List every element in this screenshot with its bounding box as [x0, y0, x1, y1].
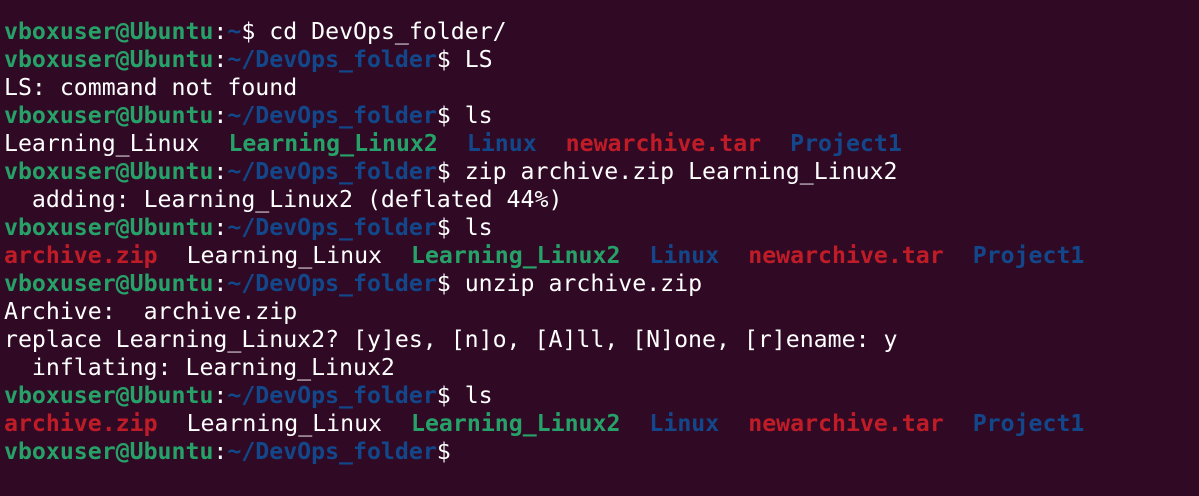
- ls-entry-dir: Learning_Linux2: [411, 410, 621, 437]
- prompt-separator: :: [213, 46, 228, 73]
- ls-entry-archive: archive.zip: [4, 242, 158, 269]
- terminal-line: vboxuser@Ubuntu:~/DevOps_folder$ ls: [4, 214, 1199, 242]
- terminal-output: adding: Learning_Linux2 (deflated 44%): [4, 186, 563, 213]
- prompt-path: ~/DevOps_folder: [227, 158, 437, 185]
- prompt-user-host: vboxuser@Ubuntu: [4, 18, 214, 45]
- prompt-user-host: vboxuser@Ubuntu: [4, 46, 214, 73]
- prompt-separator: :: [213, 18, 228, 45]
- ls-entry-dir: Learning_Linux2: [228, 130, 438, 157]
- command-text: cd DevOps_folder/: [255, 18, 507, 45]
- prompt-symbol: $: [436, 158, 451, 185]
- prompt-symbol: $: [436, 214, 451, 241]
- prompt-path: ~/DevOps_folder: [227, 46, 437, 73]
- ls-entry-dir: Project1: [972, 410, 1085, 437]
- ls-entry-archive: newarchive.tar: [565, 130, 762, 157]
- command-text: zip archive.zip Learning_Linux2: [450, 158, 898, 185]
- prompt-symbol: $: [436, 46, 451, 73]
- prompt-separator: :: [213, 102, 228, 129]
- ls-entry-file: Learning_Linux: [4, 130, 200, 157]
- prompt-symbol: $: [436, 382, 451, 409]
- ls-entry-dir: Project1: [972, 242, 1085, 269]
- ls-entry-archive: newarchive.tar: [748, 242, 944, 269]
- terminal-output: inflating: Learning_Linux2: [4, 354, 395, 381]
- command-text: LS: [450, 46, 493, 73]
- prompt-separator: :: [213, 214, 228, 241]
- prompt-user-host: vboxuser@Ubuntu: [4, 438, 214, 465]
- ls-output: archive.zip Learning_Linux Learning_Linux2…: [4, 242, 1199, 270]
- terminal-output: LS: command not found: [4, 74, 298, 101]
- command-text: ls: [450, 102, 493, 129]
- terminal-window[interactable]: vboxuser@Ubuntu:~$ cd DevOps_folder/ vbo…: [0, 0, 1199, 496]
- prompt-user-host: vboxuser@Ubuntu: [4, 270, 214, 297]
- terminal-output: replace Learning_Linux2? [y]es, [n]o, [A…: [4, 326, 898, 353]
- prompt-path: ~: [227, 18, 242, 45]
- prompt-user-host: vboxuser@Ubuntu: [4, 102, 214, 129]
- command-text: ls: [450, 382, 493, 409]
- terminal-line: vboxuser@Ubuntu:~/DevOps_folder$ LS: [4, 46, 1199, 74]
- prompt-user-host: vboxuser@Ubuntu: [4, 382, 214, 409]
- terminal-line: vboxuser@Ubuntu:~/DevOps_folder$ ls: [4, 102, 1199, 130]
- terminal-line: vboxuser@Ubuntu:~/DevOps_folder$ zip arc…: [4, 158, 1199, 186]
- terminal-line: vboxuser@Ubuntu:~$ cd DevOps_folder/: [4, 18, 1199, 46]
- command-text: ls: [450, 214, 493, 241]
- ls-entry-archive: newarchive.tar: [748, 410, 944, 437]
- prompt-path: ~/DevOps_folder: [227, 102, 437, 129]
- ls-entry-dir: Linux: [466, 130, 537, 157]
- prompt-path: ~/DevOps_folder: [227, 438, 437, 465]
- ls-output: Learning_Linux Learning_Linux2 Linux newarc…: [4, 130, 1199, 158]
- terminal-line: vboxuser@Ubuntu:~/DevOps_folder$ unzip a…: [4, 270, 1199, 298]
- prompt-symbol: $: [436, 270, 451, 297]
- prompt-path: ~/DevOps_folder: [227, 382, 437, 409]
- prompt-separator: :: [213, 158, 228, 185]
- ls-entry-dir: Linux: [649, 242, 720, 269]
- prompt-separator: :: [213, 438, 228, 465]
- ls-entry-dir: Linux: [649, 410, 720, 437]
- terminal-output: Archive: archive.zip: [4, 298, 298, 325]
- ls-output: archive.zip Learning_Linux Learning_Linux2…: [4, 410, 1199, 438]
- terminal-current-prompt[interactable]: vboxuser@Ubuntu:~/DevOps_folder$: [4, 438, 1199, 466]
- prompt-user-host: vboxuser@Ubuntu: [4, 158, 214, 185]
- ls-entry-archive: archive.zip: [4, 410, 158, 437]
- prompt-path: ~/DevOps_folder: [227, 270, 437, 297]
- ls-entry-dir: Learning_Linux2: [411, 242, 621, 269]
- prompt-symbol: $: [436, 438, 451, 465]
- prompt-separator: :: [213, 382, 228, 409]
- terminal-line: vboxuser@Ubuntu:~/DevOps_folder$ ls: [4, 382, 1199, 410]
- prompt-symbol: $: [241, 18, 256, 45]
- ls-entry-file: Learning_Linux: [186, 410, 383, 437]
- prompt-path: ~/DevOps_folder: [227, 214, 437, 241]
- ls-entry-file: Learning_Linux: [186, 242, 383, 269]
- prompt-user-host: vboxuser@Ubuntu: [4, 214, 214, 241]
- command-text: unzip archive.zip: [450, 270, 703, 297]
- prompt-symbol: $: [436, 102, 451, 129]
- prompt-separator: :: [213, 270, 228, 297]
- ls-entry-dir: Project1: [790, 130, 902, 157]
